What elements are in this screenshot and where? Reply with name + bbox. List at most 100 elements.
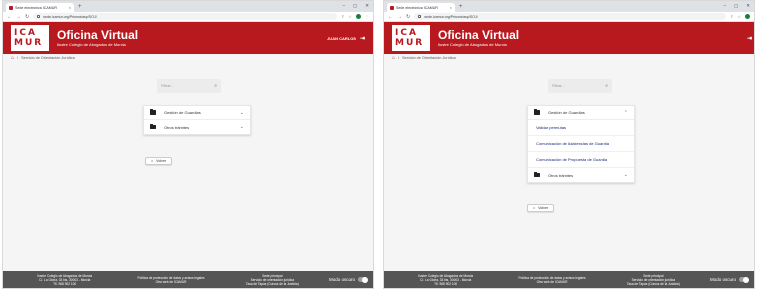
volver-label: Volver bbox=[538, 206, 549, 210]
breadcrumb-current: Servicio de Orientación Jurídica bbox=[402, 56, 456, 60]
close-tab-icon[interactable]: × bbox=[450, 5, 452, 10]
back-arrow-icon[interactable]: ← bbox=[388, 14, 393, 20]
footer-line: Tfl. 968 902 100 bbox=[53, 281, 77, 286]
folder-icon bbox=[150, 123, 156, 130]
main-content: Filtrar... ⌕ Gestión de Guardias ⌄ Otros… bbox=[3, 62, 373, 235]
close-window-icon[interactable]: ✕ bbox=[746, 3, 750, 9]
footer-link[interactable]: Tasa de Tapas (Cursos de la Justicia) bbox=[222, 282, 323, 286]
share-icon[interactable]: ⇪ bbox=[341, 14, 344, 19]
profile-avatar[interactable] bbox=[356, 14, 361, 19]
forward-arrow-icon[interactable]: → bbox=[397, 14, 402, 20]
panel-row-label: Gestión de Guardias bbox=[548, 110, 585, 115]
browser-tab[interactable]: Sede electrónica ICAMUR × bbox=[6, 3, 74, 12]
breadcrumb: ⌂ / Servicio de Orientación Jurídica bbox=[384, 54, 754, 62]
lock-icon bbox=[37, 15, 41, 18]
search-input[interactable]: Filtrar... ⌕ bbox=[548, 79, 612, 93]
search-icon[interactable]: ⌕ bbox=[214, 83, 217, 89]
user-menu[interactable]: ⇥ bbox=[747, 35, 752, 42]
window-controls: – ▢ ✕ bbox=[723, 3, 750, 9]
panel-row-label: Otros trámites bbox=[164, 124, 190, 130]
dark-mode-label: Modo oscuro bbox=[328, 277, 355, 282]
url-field[interactable]: sede.icamur.org/Prisma/asp/SOJ/ bbox=[33, 13, 338, 20]
restore-icon[interactable]: ▢ bbox=[734, 3, 738, 9]
reload-icon[interactable]: ↻ bbox=[25, 14, 29, 20]
home-icon[interactable]: ⌂ bbox=[392, 55, 395, 61]
search-icon[interactable]: ⌕ bbox=[605, 83, 608, 89]
home-icon[interactable]: ⌂ bbox=[11, 55, 14, 61]
panel-row-label: Otros trámites bbox=[548, 172, 574, 178]
procedures-panel: Gestión de Guardias ⌄ Otros trámites ⌄ bbox=[143, 105, 251, 135]
minimize-icon[interactable]: – bbox=[723, 3, 726, 9]
volver-button[interactable]: ⌂ Volver bbox=[527, 204, 555, 212]
tab-strip: Sede electrónica ICAMUR × + – ▢ ✕ bbox=[384, 1, 754, 12]
icamur-logo: ICA MUR bbox=[11, 25, 49, 51]
reload-icon[interactable]: ↻ bbox=[406, 14, 410, 20]
toggle-switch[interactable] bbox=[738, 276, 749, 283]
footer-link[interactable]: Otra web de ICAMUR bbox=[120, 280, 221, 284]
dark-mode-toggle[interactable]: Modo oscuro bbox=[704, 276, 749, 283]
site-footer: Ilustre Colegio de Abogados de Murcia C/… bbox=[384, 271, 754, 288]
footer-contact: Ilustre Colegio de Abogados de Murcia C/… bbox=[390, 274, 501, 286]
logo-line-1: ICA bbox=[395, 28, 418, 38]
back-arrow-icon[interactable]: ← bbox=[7, 14, 12, 20]
volver-button[interactable]: ⌂ Volver bbox=[145, 157, 173, 165]
minimize-icon[interactable]: – bbox=[342, 3, 345, 9]
search-input[interactable]: Filtrar... ⌕ bbox=[157, 79, 221, 93]
breadcrumb: ⌂ / Servicio de Orientación Jurídica bbox=[3, 54, 373, 62]
search-placeholder: Filtrar... bbox=[552, 84, 565, 88]
folder-icon bbox=[150, 109, 156, 115]
footer-contact: Ilustre Colegio de Abogados de Murcia C/… bbox=[9, 274, 120, 286]
volver-label: Volver bbox=[156, 159, 167, 163]
panel-row-guardias[interactable]: Gestión de Guardias ⌃ bbox=[528, 106, 634, 120]
profile-avatar[interactable] bbox=[745, 14, 750, 19]
panel-row-guardias[interactable]: Gestión de Guardias ⌄ bbox=[144, 106, 250, 120]
favicon-icon bbox=[9, 5, 13, 10]
footer-links: Sede principal Servicio de orientación j… bbox=[222, 274, 323, 286]
footer-legal: Política de protección de datos y avisos… bbox=[501, 276, 602, 284]
maximize-icon[interactable]: ▢ bbox=[353, 3, 357, 9]
panel-row-otros[interactable]: Otros trámites ⌄ bbox=[528, 168, 634, 182]
site-title: Oficina Virtual bbox=[438, 27, 520, 42]
footer-link[interactable]: Otra web de ICAMUR bbox=[501, 280, 602, 284]
url-field[interactable]: sede.icamur.org/Prisma/asp/SOJ/ bbox=[414, 13, 727, 20]
sub-item-label: Validar permutas bbox=[536, 125, 566, 130]
chevron-up-icon: ⌃ bbox=[623, 109, 628, 116]
menu-icon[interactable]: ⋮ bbox=[365, 14, 369, 19]
close-tab-icon[interactable]: × bbox=[69, 5, 71, 10]
new-tab-icon[interactable]: + bbox=[459, 3, 463, 12]
logout-icon[interactable]: ⇥ bbox=[360, 35, 365, 42]
footer-link[interactable]: Tasa de Tapas (Cursos de la Justicia) bbox=[603, 282, 704, 286]
chevron-down-icon: ⌄ bbox=[239, 109, 244, 116]
new-tab-icon[interactable]: + bbox=[78, 3, 82, 12]
forward-arrow-icon[interactable]: → bbox=[16, 14, 21, 20]
browser-tab[interactable]: Sede electrónica ICAMUR × bbox=[387, 3, 455, 12]
breadcrumb-current: Servicio de Orientación Jurídica bbox=[21, 56, 75, 60]
tab-title: Sede electrónica ICAMUR bbox=[396, 5, 438, 10]
logo-line-2: MUR bbox=[395, 38, 425, 48]
chevron-down-icon: ⌄ bbox=[623, 172, 628, 178]
url-text: sede.icamur.org/Prisma/asp/SOJ/ bbox=[424, 14, 478, 19]
sub-item-label: Comunicación de Asistencias de Guardia bbox=[536, 141, 609, 146]
home-icon: ⌂ bbox=[151, 159, 154, 163]
address-bar: ← → ↻ sede.icamur.org/Prisma/asp/SOJ/ ⇪ … bbox=[384, 12, 754, 22]
site-title: Oficina Virtual bbox=[57, 27, 139, 42]
search-placeholder: Filtrar... bbox=[161, 84, 174, 88]
sub-item-propuesta[interactable]: Comunicación de Propuesta de Guardia bbox=[528, 152, 634, 168]
close-window-icon[interactable]: ✕ bbox=[365, 3, 369, 9]
user-menu[interactable]: JUAN CARLOS ⇥ bbox=[327, 35, 365, 42]
star-icon[interactable]: ☆ bbox=[348, 14, 352, 19]
star-icon[interactable]: ☆ bbox=[737, 14, 741, 19]
toggle-switch[interactable] bbox=[357, 276, 368, 283]
brand-block: Oficina Virtual Ilustre Colegio de Aboga… bbox=[57, 27, 139, 48]
logout-icon[interactable]: ⇥ bbox=[747, 35, 752, 42]
sub-item-asistencias[interactable]: Comunicación de Asistencias de Guardia bbox=[528, 136, 634, 152]
tab-title: Sede electrónica ICAMUR bbox=[15, 5, 57, 10]
panel-row-otros[interactable]: Otros trámites ⌄ bbox=[144, 120, 250, 134]
share-icon[interactable]: ⇪ bbox=[730, 14, 733, 19]
logo-line-2: MUR bbox=[14, 38, 44, 48]
folder-icon bbox=[534, 171, 540, 178]
chevron-down-icon: ⌄ bbox=[239, 124, 244, 130]
dark-mode-toggle[interactable]: Modo oscuro bbox=[323, 276, 368, 283]
footer-legal: Política de protección de datos y avisos… bbox=[120, 276, 221, 284]
sub-item-validar-permutas[interactable]: Validar permutas bbox=[528, 120, 634, 136]
